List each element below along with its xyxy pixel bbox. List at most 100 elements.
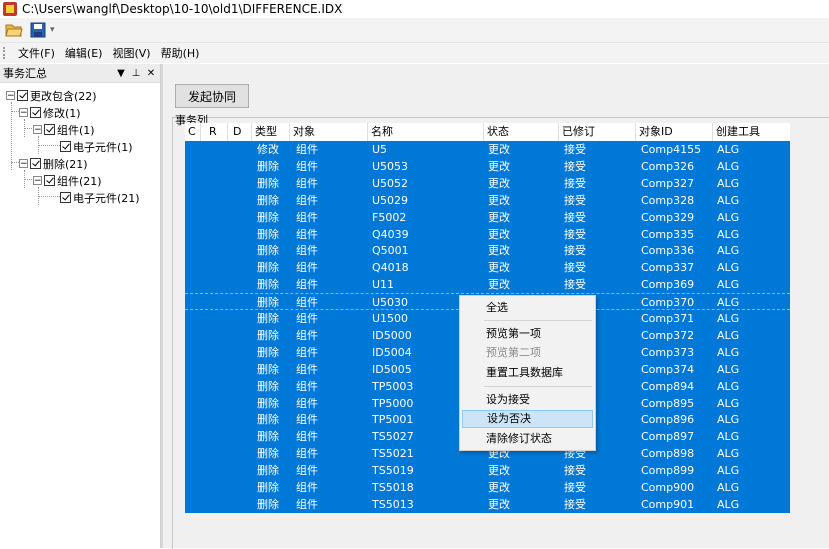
tree-item-modify-electronic[interactable]: 电子元件(1) xyxy=(60,138,133,155)
column-header-type[interactable]: 类型 xyxy=(252,123,290,141)
collapse-icon[interactable]: − xyxy=(19,108,28,118)
column-header-object[interactable]: 对象 xyxy=(290,123,368,141)
cell-creation-tool: ALG xyxy=(717,210,740,224)
cell-name: Q4039 xyxy=(372,227,409,241)
column-header-r[interactable]: R xyxy=(206,123,228,141)
pin-icon[interactable]: ⊥ xyxy=(130,68,142,79)
cell-object: 组件 xyxy=(296,312,318,325)
menu-edit[interactable]: 编辑(E) xyxy=(60,45,108,61)
cell-object-id: Comp369 xyxy=(641,278,695,292)
checkbox[interactable] xyxy=(30,158,41,169)
column-header-d[interactable]: D xyxy=(230,123,252,141)
close-icon[interactable]: ✕ xyxy=(145,68,157,79)
menu-help[interactable]: 帮助(H) xyxy=(156,45,205,61)
checkbox[interactable] xyxy=(17,90,28,101)
column-header-name[interactable]: 名称 xyxy=(368,123,484,141)
cell-object-id: Comp897 xyxy=(641,430,695,444)
tree-item-delete-components[interactable]: − 组件(21) xyxy=(33,172,102,189)
menu-file[interactable]: 文件(F) xyxy=(13,45,60,61)
save-button[interactable] xyxy=(28,20,48,40)
cell-object: 组件 xyxy=(296,244,318,258)
cell-creation-tool: ALG xyxy=(717,296,740,310)
column-header-creation-tool[interactable]: 创建工具 xyxy=(713,123,790,141)
menu-item-set-accept[interactable]: 设为接受 xyxy=(462,391,593,409)
menu-item-select-all[interactable]: 全选 xyxy=(462,299,593,317)
table-row[interactable]: 删除 组件 Q4039 更改 接受 Comp335 ALG xyxy=(185,226,790,243)
cell-creation-tool: ALG xyxy=(717,345,740,359)
checkbox[interactable] xyxy=(44,124,55,135)
cell-type: 删除 xyxy=(257,345,279,359)
collapse-icon[interactable]: − xyxy=(33,176,42,186)
cell-object-id: Comp336 xyxy=(641,244,695,258)
tree-item-changes[interactable]: − 更改包含(22) xyxy=(6,87,97,104)
cell-type: 删除 xyxy=(257,328,279,342)
column-header-c[interactable]: C xyxy=(185,123,201,141)
cell-object: 组件 xyxy=(296,261,318,275)
tree-item-modify[interactable]: − 修改(1) xyxy=(19,104,81,121)
menu-item-preview-second: 预览第二项 xyxy=(486,346,541,359)
cell-name: Q4018 xyxy=(372,261,409,275)
menu-grip xyxy=(3,47,9,59)
checkbox[interactable] xyxy=(60,141,71,152)
tree-line xyxy=(24,128,32,129)
toolbar-overflow-icon[interactable]: ▾ xyxy=(50,23,56,37)
menu-item-preview-first[interactable]: 预览第一项 xyxy=(462,325,593,343)
table-row[interactable]: 删除 组件 TS5013 更改 接受 Comp901 ALG xyxy=(185,496,790,513)
tree-label: 电子元件(21) xyxy=(73,191,140,205)
cell-creation-tool: ALG xyxy=(717,312,740,325)
tree-item-modify-components[interactable]: − 组件(1) xyxy=(33,121,95,138)
table-row[interactable]: 删除 组件 F5002 更改 接受 Comp329 ALG xyxy=(185,209,790,226)
folder-open-icon xyxy=(5,24,23,37)
column-header-status[interactable]: 状态 xyxy=(484,123,559,141)
menu-item-clear-revision[interactable]: 清除修订状态 xyxy=(462,430,593,448)
table-row[interactable]: 删除 组件 U11 更改 接受 Comp369 ALG xyxy=(185,276,790,293)
cell-creation-tool: ALG xyxy=(717,278,740,292)
checkbox[interactable] xyxy=(44,175,55,186)
menu-item-reset-tool-db[interactable]: 重置工具数据库 xyxy=(462,364,593,382)
table-row[interactable]: 修改 组件 U5 更改 接受 Comp4155 ALG xyxy=(185,141,790,158)
menu-bar: 文件(F) 编辑(E) 视图(V) 帮助(H) xyxy=(0,43,829,63)
checkbox[interactable] xyxy=(60,192,71,203)
table-row[interactable]: 删除 组件 TS5018 更改 接受 Comp900 ALG xyxy=(185,479,790,496)
collapse-icon[interactable]: − xyxy=(33,125,42,135)
table-row[interactable]: 删除 组件 TS5019 更改 接受 Comp899 ALG xyxy=(185,462,790,479)
panel-header: 事务汇总 ▼ ⊥ ✕ xyxy=(0,64,160,83)
table-row[interactable]: 删除 组件 Q5001 更改 接受 Comp336 ALG xyxy=(185,242,790,259)
cell-object-id: Comp894 xyxy=(641,379,695,393)
menu-view[interactable]: 视图(V) xyxy=(107,45,155,61)
table-row[interactable]: 删除 组件 Q4018 更改 接受 Comp337 ALG xyxy=(185,259,790,276)
cell-revised: 接受 xyxy=(564,193,586,207)
cell-object-id: Comp895 xyxy=(641,396,695,410)
cell-type: 删除 xyxy=(257,430,279,444)
tree-label: 修改(1) xyxy=(43,106,81,120)
tree-item-delete[interactable]: − 删除(21) xyxy=(19,155,88,172)
panel-dropdown-icon[interactable]: ▼ xyxy=(115,68,127,79)
cell-object-id: Comp374 xyxy=(641,362,695,376)
table-row[interactable]: 删除 组件 U5053 更改 接受 Comp326 ALG xyxy=(185,158,790,175)
cell-revised: 接受 xyxy=(564,481,586,494)
tree-item-delete-electronic[interactable]: 电子元件(21) xyxy=(60,189,140,206)
cell-object: 组件 xyxy=(296,176,318,190)
tree-label: 更改包含(22) xyxy=(30,89,97,103)
launch-collaboration-button[interactable]: 发起协同 xyxy=(175,84,249,108)
cell-type: 删除 xyxy=(257,413,279,427)
cell-name: ID5000 xyxy=(372,328,412,342)
cell-status: 更改 xyxy=(488,244,510,258)
open-folder-button[interactable] xyxy=(4,20,24,40)
collapse-icon[interactable]: − xyxy=(19,159,28,169)
cell-name: TS5018 xyxy=(372,481,414,494)
cell-type: 删除 xyxy=(257,193,279,207)
cell-revised: 接受 xyxy=(564,143,586,156)
cell-type: 删除 xyxy=(257,497,279,511)
menu-item-set-reject[interactable]: 设为否决 xyxy=(462,410,593,428)
cell-object: 组件 xyxy=(296,396,318,410)
table-row[interactable]: 删除 组件 U5029 更改 接受 Comp328 ALG xyxy=(185,192,790,209)
cell-type: 删除 xyxy=(257,362,279,376)
collapse-icon[interactable]: − xyxy=(6,91,15,101)
column-header-revised[interactable]: 已修订 xyxy=(559,123,636,141)
column-header-object-id[interactable]: 对象ID xyxy=(636,123,713,141)
checkbox[interactable] xyxy=(30,107,41,118)
table-row[interactable]: 删除 组件 U5052 更改 接受 Comp327 ALG xyxy=(185,175,790,192)
cell-object-id: Comp896 xyxy=(641,413,695,427)
cell-status: 更改 xyxy=(488,464,510,478)
